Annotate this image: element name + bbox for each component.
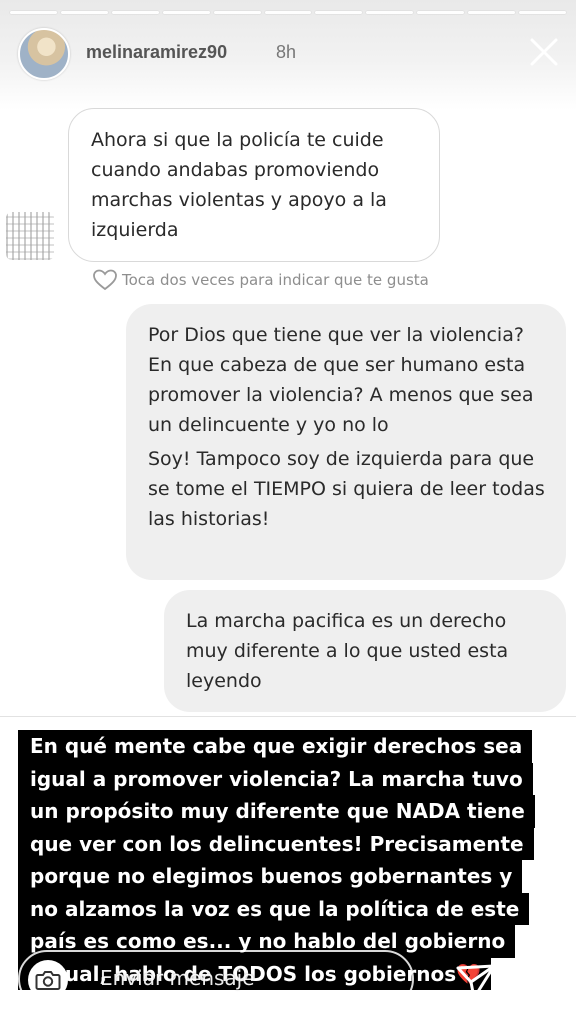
progress-segment [366,11,414,14]
caption-line: porque no elegimos buenos gobernantes y [18,860,523,893]
caption-line: que ver con los delincuentes! Precisamen… [18,827,534,860]
progress-segment [162,11,210,14]
progress-segment [60,11,108,14]
more-dot [537,975,543,981]
sent-message-text: La marcha pacifica es un derecho muy dif… [186,610,509,692]
profile-avatar[interactable] [18,28,70,80]
username[interactable]: melinaramirez90 [86,42,227,63]
sent-message-text: Por Dios que tiene que ver la violencia?… [148,324,534,436]
progress-segment [10,11,57,14]
more-dot [548,975,554,981]
caption-line: no alzamos la voz es que la política de … [18,892,530,925]
more-options-button[interactable] [520,970,560,986]
like-hint[interactable]: Toca dos veces para indicar que te gusta [92,268,429,292]
progress-segment [468,11,516,14]
send-button[interactable] [454,960,498,1004]
story-viewer: melinaramirez90 8h Ahora si que la polic… [0,0,576,1024]
sent-message-text: Soy! Tampoco soy de izquierda para que s… [148,448,545,530]
received-message-bubble: Ahora si que la policía te cuide cuando … [68,108,440,262]
paper-plane-icon [456,964,496,1000]
progress-segment [111,11,159,14]
screenshot-divider [0,716,576,717]
close-icon [530,38,558,66]
sent-message-bubble: Por Dios que tiene que ver la violencia?… [126,304,566,580]
sender-avatar [6,212,54,260]
camera-icon [35,971,61,990]
progress-segment [519,11,566,14]
message-composer[interactable]: Enviar mensaje [18,950,414,1008]
progress-segment [264,11,312,14]
heart-outline-icon [93,269,117,291]
progress-segment [417,11,465,14]
close-button[interactable] [526,34,562,70]
caption-line: En qué mente cabe que exigir derechos se… [18,730,533,763]
story-timestamp: 8h [276,42,297,62]
progress-segment [213,11,261,14]
like-hint-text: Toca dos veces para indicar que te gusta [122,271,429,289]
message-input-placeholder[interactable]: Enviar mensaje [100,966,255,990]
received-message-text: Ahora si que la policía te cuide cuando … [91,129,387,241]
progress-segment [315,11,363,14]
sent-message-bubble: La marcha pacifica es un derecho muy dif… [164,590,566,712]
caption-line: un propósito muy diferente que NADA tien… [18,795,535,828]
story-progress-bar [10,11,566,14]
camera-button[interactable] [28,960,68,1000]
more-dots-icon [526,975,532,981]
caption-line: igual a promover violencia? La marcha tu… [18,762,533,795]
